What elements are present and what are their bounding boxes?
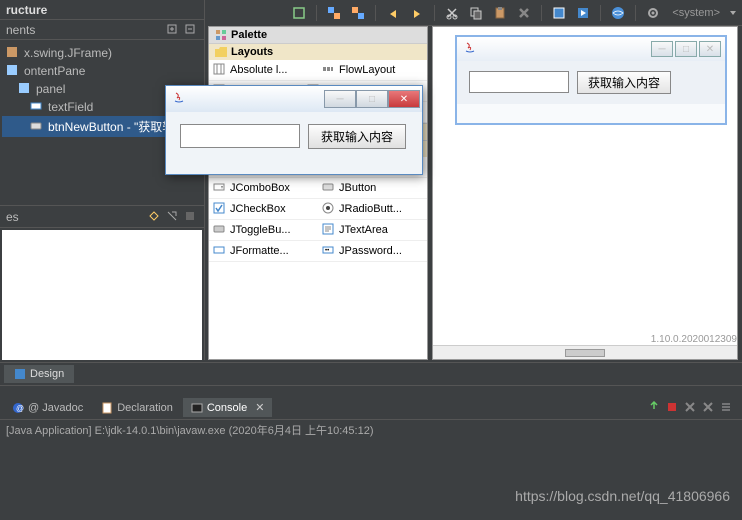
- structure-title: ructure: [6, 3, 47, 17]
- delete-icon[interactable]: [515, 4, 533, 22]
- palette-item-jtogglebutton[interactable]: JToggleBu...: [209, 220, 318, 241]
- dialog-maximize-button[interactable]: □: [356, 90, 388, 108]
- toggle-icon: [213, 223, 227, 237]
- declaration-icon: [101, 402, 113, 414]
- dialog-minimize-button[interactable]: ─: [324, 90, 356, 108]
- toolbar-icon-2[interactable]: [325, 4, 343, 22]
- design-tab[interactable]: Design: [4, 365, 74, 383]
- button-icon: [30, 120, 44, 134]
- palette-item-jtextarea[interactable]: JTextArea: [318, 220, 427, 241]
- combobox-icon: [213, 181, 227, 195]
- design-preview-window[interactable]: ─ □ ✕ 获取输入内容: [455, 35, 727, 125]
- textfield-icon: [213, 244, 227, 258]
- properties-panel: es: [0, 205, 205, 360]
- preview-titlebar: ─ □ ✕: [457, 37, 725, 61]
- toolbar-icon-3[interactable]: [349, 4, 367, 22]
- close-icon[interactable]: ✕: [255, 401, 264, 414]
- design-tab-icon: [14, 368, 26, 380]
- editor-tabs: Design: [0, 362, 742, 386]
- props-icon-1[interactable]: [148, 210, 162, 224]
- palette-item-jformatted[interactable]: JFormatte...: [209, 241, 318, 262]
- checkbox-icon: [213, 202, 227, 216]
- design-version-label: 1.10.0.2020012309: [651, 334, 737, 345]
- palette-header: Palette: [209, 27, 427, 43]
- frame-icon: [6, 46, 20, 60]
- console-icon: [191, 402, 203, 414]
- palette-panel: Palette Layouts Absolute l... FlowLayout…: [208, 26, 428, 360]
- toolbar-icon-run[interactable]: [574, 4, 592, 22]
- dropdown-icon[interactable]: [724, 4, 742, 22]
- system-label: <system>: [672, 7, 720, 19]
- structure-subtitle: nents: [6, 23, 35, 37]
- javadoc-icon: @: [12, 402, 24, 414]
- dialog-text-input[interactable]: [180, 124, 300, 148]
- svg-text:••: ••: [325, 248, 329, 254]
- watermark: https://blog.csdn.net/qq_41806966: [515, 488, 730, 504]
- properties-body[interactable]: [2, 230, 202, 360]
- close-button[interactable]: ✕: [699, 41, 721, 57]
- globe-icon[interactable]: [609, 4, 627, 22]
- terminate-icon[interactable]: [666, 401, 680, 415]
- running-dialog: ─ □ ✕ 获取输入内容: [165, 85, 423, 175]
- palette-icon: [215, 29, 227, 41]
- redo-icon[interactable]: [408, 4, 426, 22]
- props-icon-2[interactable]: [166, 210, 180, 224]
- expand-all-icon[interactable]: [166, 23, 180, 37]
- main-toolbar: <system>: [280, 0, 742, 26]
- palette-item-jcheckbox[interactable]: JCheckBox: [209, 199, 318, 220]
- cut-icon[interactable]: [443, 4, 461, 22]
- console-header: [Java Application] E:\jdk-14.0.1\bin\jav…: [0, 420, 742, 440]
- toolbar-icon-test[interactable]: [550, 4, 568, 22]
- collapse-all-icon[interactable]: [184, 23, 198, 37]
- palette-item-jpassword[interactable]: ••JPassword...: [318, 241, 427, 262]
- undo-icon[interactable]: [384, 4, 402, 22]
- menu-icon[interactable]: [720, 401, 734, 415]
- horizontal-scrollbar[interactable]: [433, 345, 737, 359]
- svg-text:@: @: [16, 404, 24, 413]
- layout-icon: [213, 63, 227, 77]
- palette-item-jbutton[interactable]: JButton: [318, 178, 427, 199]
- textarea-icon: [322, 223, 336, 237]
- view-tab-javadoc[interactable]: @ @ Javadoc: [4, 399, 91, 417]
- textfield-icon: [30, 100, 44, 114]
- preview-text-input[interactable]: [469, 71, 569, 93]
- tree-item-frame[interactable]: x.swing.JFrame): [2, 44, 202, 62]
- java-icon: [463, 41, 477, 55]
- view-tab-declaration[interactable]: Declaration: [93, 399, 181, 417]
- minimize-button[interactable]: ─: [651, 41, 673, 57]
- views-bar: @ @ Javadoc Declaration Console ✕: [0, 396, 742, 420]
- panel-icon: [18, 82, 32, 96]
- layout-icon: [322, 63, 336, 77]
- paste-icon[interactable]: [491, 4, 509, 22]
- dialog-close-button[interactable]: ✕: [388, 90, 420, 108]
- panel-icon: [6, 64, 20, 78]
- button-icon: [322, 181, 336, 195]
- remove-all-icon[interactable]: [702, 401, 716, 415]
- palette-category-layouts[interactable]: Layouts: [209, 43, 427, 60]
- view-tab-console[interactable]: Console ✕: [183, 398, 273, 417]
- dialog-titlebar[interactable]: ─ □ ✕: [166, 86, 422, 112]
- toolbar-icon-1[interactable]: [290, 4, 308, 22]
- radio-icon: [322, 202, 336, 216]
- tree-item-contentpane[interactable]: ontentPane: [2, 62, 202, 80]
- copy-icon[interactable]: [467, 4, 485, 22]
- console-output[interactable]: [0, 440, 742, 520]
- palette-item[interactable]: Absolute l...: [209, 60, 318, 81]
- folder-icon: [215, 47, 227, 57]
- design-surface[interactable]: ─ □ ✕ 获取输入内容 1.10.0.2020012309: [432, 26, 738, 360]
- palette-item-jcombobox[interactable]: JComboBox: [209, 178, 318, 199]
- gear-icon[interactable]: [644, 4, 662, 22]
- palette-item[interactable]: FlowLayout: [318, 60, 427, 81]
- maximize-button[interactable]: □: [675, 41, 697, 57]
- pin-icon[interactable]: [648, 401, 662, 415]
- password-icon: ••: [322, 244, 336, 258]
- props-icon-3[interactable]: [184, 210, 198, 224]
- java-icon: [172, 91, 186, 105]
- remove-icon[interactable]: [684, 401, 698, 415]
- properties-title: es: [6, 210, 19, 224]
- preview-get-input-button[interactable]: 获取输入内容: [577, 71, 671, 94]
- palette-item-jradiobutton[interactable]: JRadioButt...: [318, 199, 427, 220]
- dialog-get-input-button[interactable]: 获取输入内容: [308, 124, 406, 149]
